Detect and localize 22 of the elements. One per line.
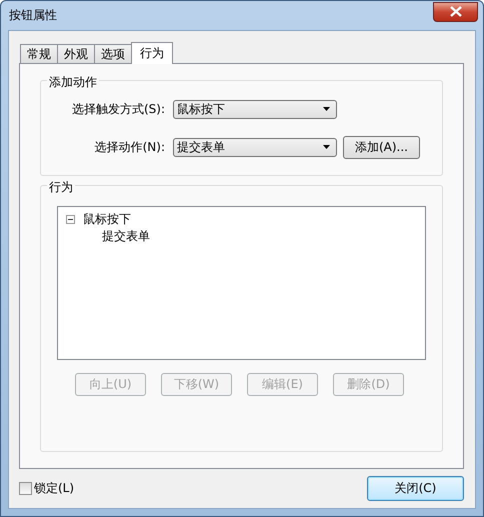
group-title: 行为 [47, 179, 75, 196]
tab[interactable]: 行为 [131, 42, 173, 64]
group-title: 添加动作 [47, 74, 99, 91]
tree-item[interactable]: 提交表单 [102, 229, 150, 243]
tab[interactable]: 外观 [57, 44, 95, 63]
tab[interactable]: 常规 [20, 44, 58, 63]
checkbox[interactable] [19, 482, 32, 495]
field-label: 选择动作(N): [94, 138, 165, 156]
field-label: 选择触发方式(S): [70, 100, 165, 118]
tree-item[interactable]: 鼠标按下 [83, 211, 131, 228]
close-button[interactable] [433, 2, 478, 22]
add-button[interactable]: 添加(A)... [343, 136, 420, 158]
window-title: 按钮属性 [9, 7, 57, 24]
caret-icon [323, 107, 330, 111]
dropdown[interactable]: 提交表单 [173, 138, 337, 156]
checkbox-label: 锁定(L) [34, 480, 74, 497]
close-icon [450, 6, 462, 17]
dropdown[interactable]: 鼠标按下 [173, 100, 337, 118]
tab[interactable]: 选项 [94, 44, 132, 63]
close-dialog-button[interactable]: 关闭(C) [367, 476, 464, 501]
caret-icon [323, 145, 330, 149]
collapse-icon[interactable] [66, 215, 75, 224]
